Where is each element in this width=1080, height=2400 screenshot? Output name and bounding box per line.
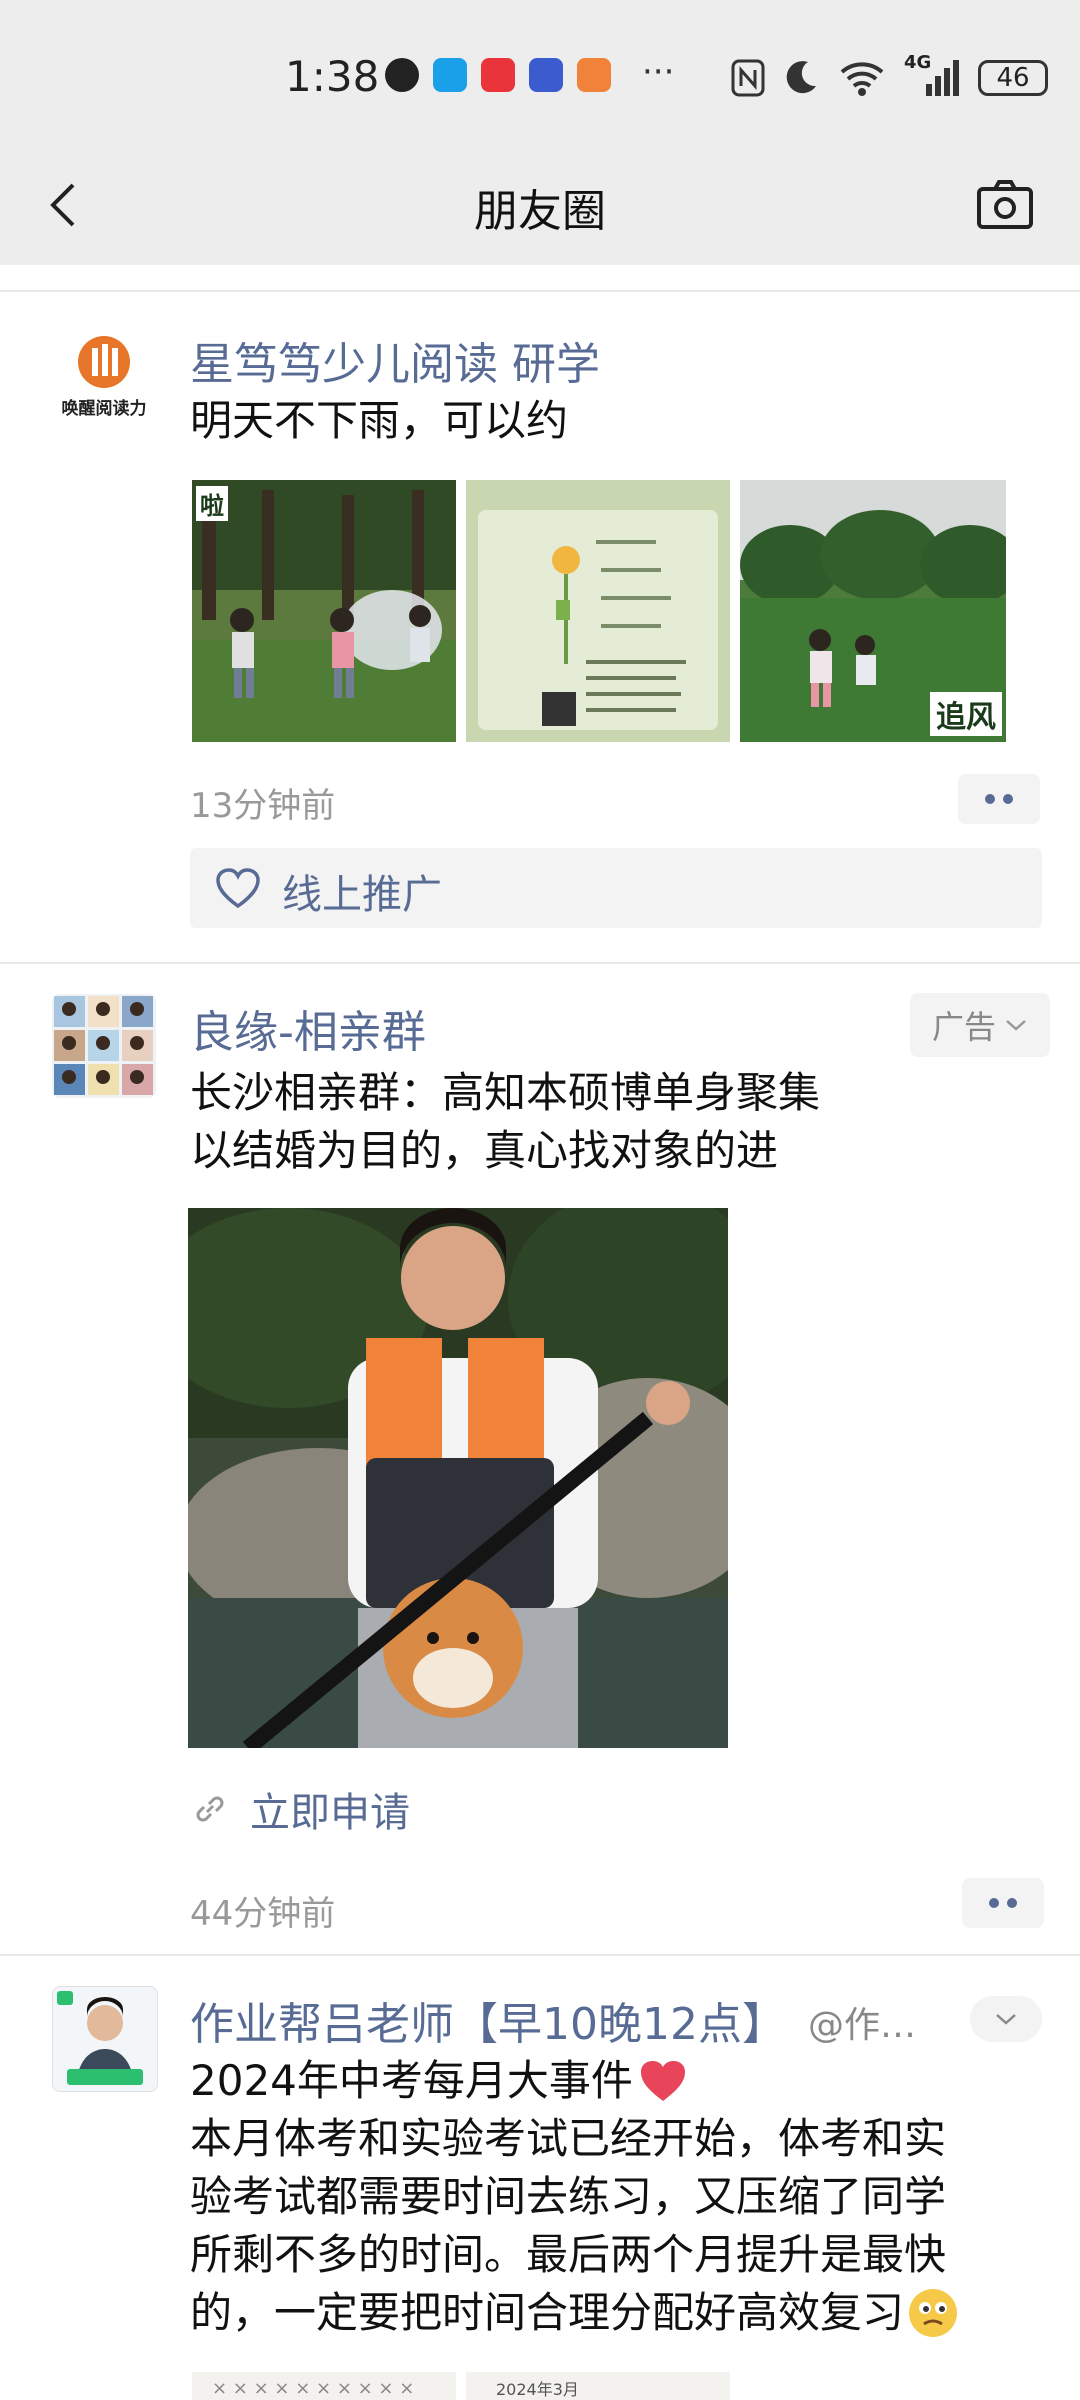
nav-bar: 朋友圈 — [0, 150, 1080, 265]
post-image[interactable]: 啦 — [192, 480, 456, 742]
divider — [0, 1954, 1080, 1956]
post-image[interactable]: × × × × × × × × × × — [192, 2372, 456, 2400]
more-notifications-icon: ··· — [642, 52, 675, 92]
page-title: 朋友圈 — [474, 186, 606, 237]
tieba-icon — [529, 58, 563, 92]
post-image[interactable] — [466, 480, 730, 742]
battery-indicator: 46 — [978, 60, 1048, 96]
status-bar: 1:38 ··· 4G 46 — [0, 0, 1080, 150]
camera-icon[interactable] — [975, 175, 1035, 235]
ad-label: 广告 — [931, 1008, 996, 1046]
author-handle[interactable]: @作… — [808, 1996, 916, 2048]
post-author[interactable]: 作业帮吕老师【早10晚12点】 — [190, 1988, 786, 2052]
avatar[interactable] — [52, 994, 156, 1098]
chevron-down-icon — [1006, 1020, 1026, 1031]
post-text-line: 以结婚为目的，真心找对象的进 — [190, 1126, 779, 1175]
ad-link[interactable]: 立即申请 — [190, 1780, 410, 1838]
chevron-down-icon — [996, 2014, 1016, 2025]
svg-text:× × × × × × × × × ×: × × × × × × × × × × — [212, 2378, 414, 2399]
post-text-line: 2024年中考每月大事件 — [190, 2052, 689, 2110]
post-text-line: 所剩不多的时间。最后两个月提升是最快 — [190, 2230, 947, 2279]
post-author[interactable]: 良缘-相亲群 — [190, 996, 426, 1060]
qq-icon — [385, 58, 419, 92]
likes-box: 线上推广 — [190, 848, 1042, 928]
avatar-label: 唤醒阅读力 — [61, 399, 147, 419]
divider — [0, 962, 1080, 964]
post-options[interactable] — [970, 1996, 1042, 2042]
post-author[interactable]: 星笃笃少儿阅读 研学 — [190, 328, 600, 392]
image-caption: 追风 — [930, 692, 1002, 736]
link-icon — [196, 1796, 224, 1822]
status-right: 4G 46 — [730, 52, 1048, 98]
post-text-line: 本月体考和实验考试已经开始，体考和实 — [190, 2114, 947, 2163]
like-name[interactable]: 线上推广 — [282, 862, 442, 920]
ad-tag[interactable]: 广告 — [910, 993, 1050, 1057]
smirk-emoji-icon — [909, 2289, 958, 2337]
divider — [0, 290, 1080, 292]
wifi-icon — [840, 62, 884, 96]
post-text-last: 的，一定要把时间合理分配好高效复习 — [190, 2288, 905, 2337]
avatar[interactable]: 唤醒阅读力 — [52, 330, 156, 434]
ad-image[interactable] — [188, 1208, 728, 1748]
heart-emoji-icon — [640, 2061, 685, 2101]
post-image[interactable]: 追风 — [740, 480, 1006, 742]
app-icon — [577, 58, 611, 92]
post-text: 明天不下雨，可以约 — [190, 396, 569, 445]
post-image[interactable]: 2024年3月 — [466, 2372, 730, 2400]
avatar[interactable] — [52, 1986, 158, 2092]
post-text-headline: 2024年中考每月大事件 — [190, 2056, 633, 2105]
app-icon — [433, 58, 467, 92]
post-text-line: 的，一定要把时间合理分配好高效复习 — [190, 2284, 960, 2342]
image-caption: 2024年3月 — [496, 2380, 579, 2399]
ad-link-text[interactable]: 立即申请 — [250, 1780, 410, 1838]
status-time: 1:38 — [285, 52, 380, 101]
post-text-line: 验考试都需要时间去练习，又压缩了同学 — [190, 2172, 947, 2221]
signal-icon: 4G — [904, 52, 960, 98]
app-icon — [481, 58, 515, 92]
heart-icon — [216, 868, 260, 909]
more-button[interactable] — [962, 1878, 1044, 1928]
post-time: 44分钟前 — [190, 1894, 336, 1934]
post-text-line: 长沙相亲群：高知本硕博单身聚集 — [190, 1068, 821, 1117]
moon-icon — [786, 61, 816, 94]
status-app-icons — [385, 58, 611, 92]
more-button[interactable] — [958, 774, 1040, 824]
post-time: 13分钟前 — [190, 786, 336, 826]
nfc-icon — [731, 59, 765, 97]
image-caption: 啦 — [196, 486, 228, 521]
